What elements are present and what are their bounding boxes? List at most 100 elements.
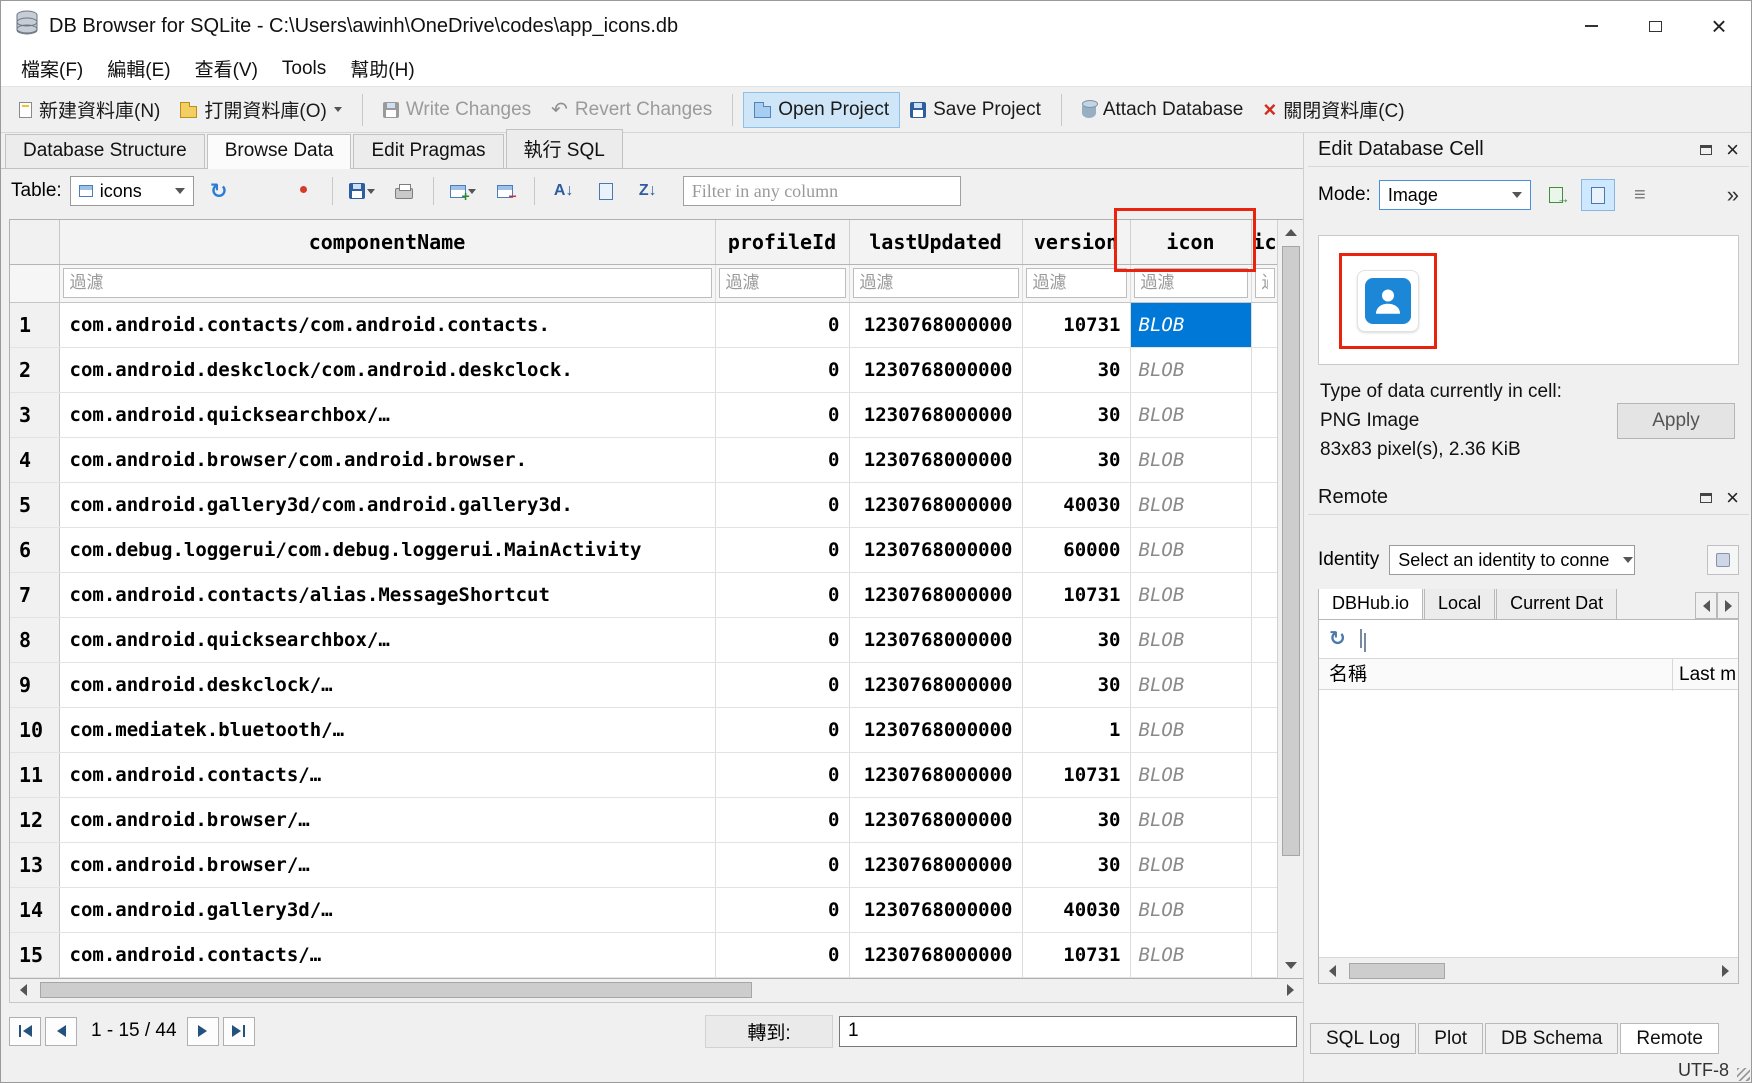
column-filter-input[interactable] <box>1026 268 1127 298</box>
tab-execute-sql[interactable]: 執行 SQL <box>506 129 623 168</box>
grid-cell[interactable]: 40030 <box>1022 887 1130 932</box>
tab-edit-pragmas[interactable]: Edit Pragmas <box>353 134 503 168</box>
grid-cell[interactable]: 1230768000000 <box>849 527 1022 572</box>
grid-cell[interactable]: 0 <box>715 392 849 437</box>
grid-cell[interactable]: 30 <box>1022 662 1130 707</box>
grid-cell[interactable]: 10731 <box>1022 572 1130 617</box>
text-mode-button[interactable]: ≡ <box>1623 179 1657 211</box>
grid-cell[interactable]: com.android.contacts/com.android.contact… <box>59 302 715 347</box>
sort-asc-button[interactable]: A↓ <box>547 175 581 207</box>
column-header-profileid[interactable]: profileId <box>715 220 849 264</box>
tab-browse-data[interactable]: Browse Data <box>207 134 352 169</box>
grid-cell[interactable]: BLOB <box>1130 392 1251 437</box>
row-number-cell[interactable]: 10 <box>10 707 59 752</box>
grid-cell[interactable]: com.android.contacts/alias.MessageShortc… <box>59 572 715 617</box>
tab-remote[interactable]: Remote <box>1620 1023 1719 1054</box>
grid-cell[interactable]: com.android.contacts/… <box>59 752 715 797</box>
grid-cell[interactable]: 1 <box>1022 707 1130 752</box>
grid-cell[interactable] <box>1251 482 1278 527</box>
tab-scroll-left-button[interactable] <box>1695 592 1717 619</box>
grid-cell[interactable]: 30 <box>1022 797 1130 842</box>
grid-cell[interactable]: BLOB <box>1130 662 1251 707</box>
row-number-cell[interactable]: 11 <box>10 752 59 797</box>
menu-tools[interactable]: Tools <box>270 54 338 84</box>
grid-cell[interactable]: 0 <box>715 662 849 707</box>
tab-local[interactable]: Local <box>1424 589 1495 619</box>
grid-cell[interactable]: com.android.gallery3d/… <box>59 887 715 932</box>
vertical-scrollbar[interactable] <box>1277 220 1303 978</box>
save-records-button[interactable] <box>345 175 379 207</box>
remote-horizontal-scrollbar[interactable] <box>1319 957 1738 983</box>
grid-cell[interactable] <box>1251 392 1278 437</box>
grid-cell[interactable]: BLOB <box>1130 797 1251 842</box>
goto-record-input[interactable] <box>839 1016 1297 1047</box>
grid-cell[interactable]: BLOB <box>1130 887 1251 932</box>
grid-cell[interactable]: 1230768000000 <box>849 842 1022 887</box>
grid-cell[interactable] <box>1251 662 1278 707</box>
resize-grip-icon[interactable] <box>1737 1068 1750 1081</box>
row-number-cell[interactable]: 4 <box>10 437 59 482</box>
grid-cell[interactable]: com.android.quicksearchbox/… <box>59 392 715 437</box>
encoding-indicator[interactable]: UTF-8 <box>1678 1060 1729 1081</box>
grid-cell[interactable]: 1230768000000 <box>849 887 1022 932</box>
refresh-button[interactable]: ↻ <box>202 175 236 207</box>
close-button[interactable]: × <box>1687 1 1751 51</box>
remote-column-name[interactable]: 名稱 <box>1329 664 1367 685</box>
row-number-cell[interactable]: 7 <box>10 572 59 617</box>
grid-cell[interactable]: 0 <box>715 482 849 527</box>
grid-cell[interactable]: 1230768000000 <box>849 347 1022 392</box>
grid-cell[interactable]: 0 <box>715 437 849 482</box>
row-number-cell[interactable]: 14 <box>10 887 59 932</box>
grid-cell[interactable]: 40030 <box>1022 482 1130 527</box>
grid-cell[interactable]: 30 <box>1022 347 1130 392</box>
grid-cell[interactable]: 0 <box>715 887 849 932</box>
grid-cell[interactable]: BLOB <box>1130 302 1251 347</box>
grid-cell[interactable]: 10731 <box>1022 302 1130 347</box>
grid-cell[interactable]: BLOB <box>1130 437 1251 482</box>
row-number-cell[interactable]: 13 <box>10 842 59 887</box>
grid-cell[interactable] <box>1251 437 1278 482</box>
row-number-cell[interactable]: 12 <box>10 797 59 842</box>
grid-cell[interactable]: com.android.deskclock/… <box>59 662 715 707</box>
grid-cell[interactable]: 30 <box>1022 437 1130 482</box>
grid-cell[interactable] <box>1251 527 1278 572</box>
grid-cell[interactable]: com.android.contacts/… <box>59 932 715 977</box>
grid-cell[interactable]: 1230768000000 <box>849 932 1022 977</box>
grid-cell[interactable]: 0 <box>715 797 849 842</box>
grid-cell[interactable]: BLOB <box>1130 347 1251 392</box>
grid-cell[interactable]: 1230768000000 <box>849 617 1022 662</box>
grid-cell[interactable]: BLOB <box>1130 707 1251 752</box>
column-filter-input[interactable] <box>1134 268 1248 298</box>
identity-select[interactable]: Select an identity to conne <box>1389 545 1635 575</box>
row-number-cell[interactable]: 9 <box>10 662 59 707</box>
grid-cell[interactable]: 0 <box>715 707 849 752</box>
column-filter-input[interactable] <box>63 268 712 298</box>
grid-cell[interactable]: com.android.browser/… <box>59 797 715 842</box>
grid-cell[interactable]: 1230768000000 <box>849 437 1022 482</box>
sort-az-button[interactable]: Z↓ <box>631 175 665 207</box>
grid-cell[interactable] <box>1251 617 1278 662</box>
row-number-cell[interactable]: 15 <box>10 932 59 977</box>
panel-overflow-button[interactable]: » <box>1727 182 1739 208</box>
tab-scroll-right-button[interactable] <box>1717 592 1739 619</box>
tab-plot[interactable]: Plot <box>1418 1023 1483 1054</box>
scroll-left-button[interactable] <box>10 978 36 1002</box>
maximize-button[interactable] <box>1623 1 1687 51</box>
grid-cell[interactable]: 30 <box>1022 842 1130 887</box>
row-number-cell[interactable]: 5 <box>10 482 59 527</box>
grid-cell[interactable]: 1230768000000 <box>849 752 1022 797</box>
grid-cell[interactable]: com.android.gallery3d/com.android.galler… <box>59 482 715 527</box>
grid-cell[interactable]: 1230768000000 <box>849 392 1022 437</box>
tab-current-database[interactable]: Current Dat <box>1496 589 1617 619</box>
grid-cell[interactable] <box>1251 797 1278 842</box>
grid-cell[interactable]: 30 <box>1022 392 1130 437</box>
grid-cell[interactable]: BLOB <box>1130 527 1251 572</box>
grid-cell[interactable] <box>1251 707 1278 752</box>
grid-cell[interactable]: 1230768000000 <box>849 707 1022 752</box>
grid-cell[interactable]: 30 <box>1022 617 1130 662</box>
delete-record-button[interactable] <box>488 175 522 207</box>
image-mode-button[interactable] <box>1581 179 1615 211</box>
grid-cell[interactable]: 1230768000000 <box>849 482 1022 527</box>
scroll-down-button[interactable] <box>1278 954 1304 978</box>
grid-cell[interactable] <box>1251 572 1278 617</box>
